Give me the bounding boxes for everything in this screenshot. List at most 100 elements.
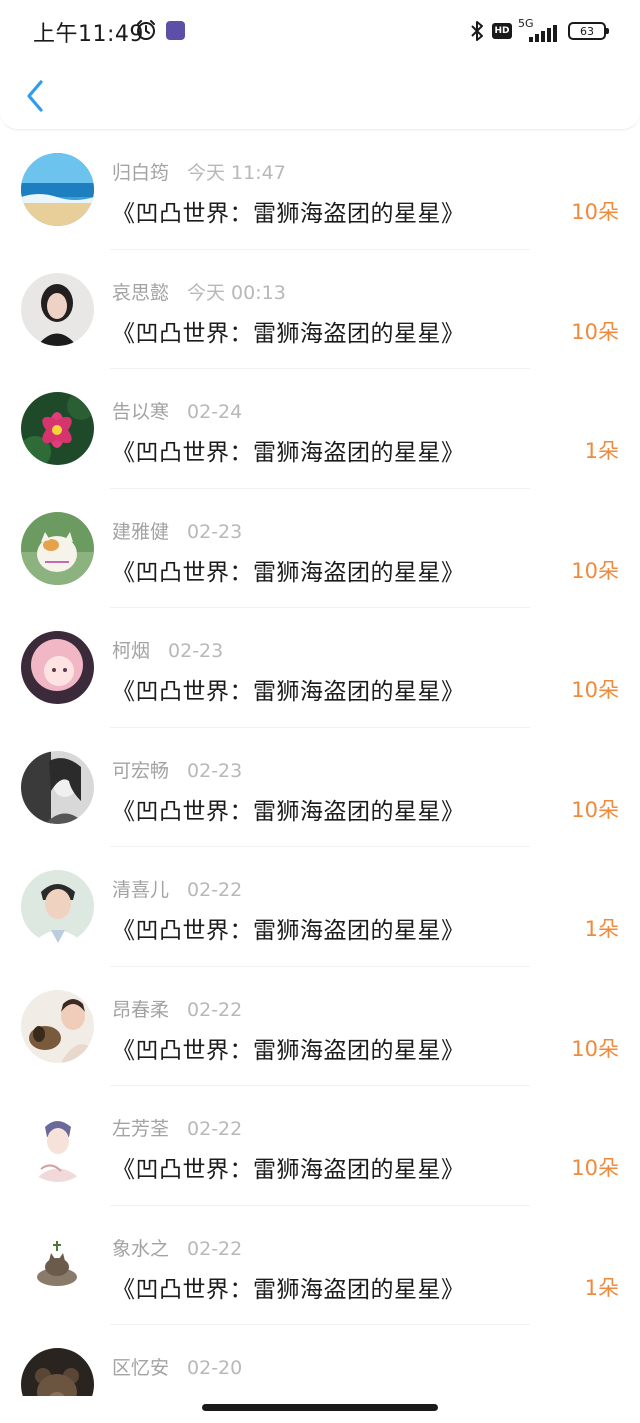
avatar[interactable] xyxy=(21,272,94,346)
avatar-bw-portrait-image xyxy=(21,750,94,824)
flower-count: 1朵 xyxy=(584,439,619,463)
list-item[interactable]: 归白筠 今天 11:47 《凹凸世界：雷狮海盗团的星星》 10朵 xyxy=(0,130,640,250)
item-meta: 柯烟 02-23 xyxy=(112,636,223,663)
bluetooth-icon xyxy=(471,21,483,41)
flower-count: 10朵 xyxy=(571,1036,619,1061)
user-name: 区忆安 xyxy=(112,1357,170,1379)
user-name: 哀思懿 xyxy=(112,281,170,304)
list-item[interactable]: 建雅健 02-23 《凹凸世界：雷狮海盗团的星星》 10朵 xyxy=(0,489,640,609)
item-time: 02-22 xyxy=(187,1118,243,1140)
battery-level: 63 xyxy=(580,24,594,38)
list-item[interactable]: 柯烟 02-23 《凹凸世界：雷狮海盗团的星星》 10朵 xyxy=(0,608,640,728)
avatar[interactable] xyxy=(21,392,94,465)
status-time: 上午11:49 xyxy=(33,22,144,47)
user-name: 可宏畅 xyxy=(112,759,170,782)
status-bar: 上午11:49 HD 5G 63 xyxy=(0,0,640,62)
nav-bar xyxy=(0,62,640,130)
flower-count: 10朵 xyxy=(571,1156,619,1180)
book-title[interactable]: 《凹凸世界：雷狮海盗团的星星》 xyxy=(112,672,465,706)
user-name: 象水之 xyxy=(112,1237,170,1260)
avatar-boy-portrait-image xyxy=(21,870,94,943)
item-time: 今天 00:13 xyxy=(187,281,286,304)
alarm-icon xyxy=(135,19,157,45)
chevron-left-icon xyxy=(27,80,43,112)
home-indicator[interactable] xyxy=(202,1404,438,1411)
avatar-anime-girl-image xyxy=(21,631,94,704)
user-name: 柯烟 xyxy=(112,640,151,662)
flower-count: 10朵 xyxy=(571,558,619,583)
book-title[interactable]: 《凹凸世界：雷狮海盗团的星星》 xyxy=(112,433,465,467)
user-name: 建雅健 xyxy=(112,520,170,543)
flower-count: 1朵 xyxy=(584,1275,619,1300)
book-title[interactable]: 《凹凸世界：雷狮海盗团的星星》 xyxy=(112,314,465,348)
list-item[interactable]: 象水之 02-22 《凹凸世界：雷狮海盗团的星星》 1朵 xyxy=(0,1206,640,1326)
book-title[interactable]: 《凹凸世界：雷狮海盗团的星星》 xyxy=(112,194,465,228)
item-time: 02-22 xyxy=(187,998,243,1021)
item-meta: 昂春柔 02-22 xyxy=(112,995,242,1022)
list-item[interactable]: 哀思懿 今天 00:13 《凹凸世界：雷狮海盗团的星星》 10朵 xyxy=(0,250,640,370)
avatar[interactable] xyxy=(21,1109,94,1182)
user-name: 左芳荃 xyxy=(112,1118,170,1140)
avatar-lotus-flower-image xyxy=(21,392,94,465)
item-meta: 象水之 02-22 xyxy=(112,1234,242,1261)
item-time: 02-24 xyxy=(187,401,243,423)
avatar[interactable] xyxy=(21,1228,94,1302)
avatar-cartoon-cat-image xyxy=(21,511,94,585)
avatar-dark-bear-image xyxy=(21,1348,94,1396)
user-name: 归白筠 xyxy=(112,162,170,184)
signal-icon: 5G xyxy=(518,17,558,44)
book-title[interactable]: 《凹凸世界：雷狮海盗团的星星》 xyxy=(112,1150,465,1184)
book-title[interactable]: 《凹凸世界：雷狮海盗团的星星》 xyxy=(112,792,465,826)
avatar-ocean-beach-image xyxy=(21,153,94,226)
item-time: 02-22 xyxy=(187,879,243,901)
avatar[interactable] xyxy=(21,750,94,824)
avatar-girl-portrait-image xyxy=(21,272,94,346)
list-item[interactable]: 昂春柔 02-22 《凹凸世界：雷狮海盗团的星星》 10朵 xyxy=(0,967,640,1087)
book-title[interactable]: 《凹凸世界：雷狮海盗团的星星》 xyxy=(112,1031,465,1065)
avatar[interactable] xyxy=(21,989,94,1063)
user-name: 告以寒 xyxy=(112,401,170,423)
list-item[interactable]: 左芳荃 02-22 《凹凸世界：雷狮海盗团的星星》 10朵 xyxy=(0,1086,640,1206)
flower-count: 10朵 xyxy=(571,1391,619,1396)
battery-icon: 63 xyxy=(568,22,609,40)
list-item[interactable]: 清喜儿 02-22 《凹凸世界：雷狮海盗团的星星》 1朵 xyxy=(0,847,640,967)
avatar[interactable] xyxy=(21,870,94,943)
item-meta: 可宏畅 02-23 xyxy=(112,756,242,783)
user-name: 昂春柔 xyxy=(112,998,170,1021)
avatar[interactable] xyxy=(21,1348,94,1396)
avatar[interactable] xyxy=(21,153,94,226)
item-time: 02-23 xyxy=(168,640,224,662)
item-meta: 建雅健 02-23 xyxy=(112,517,242,544)
gift-list: 归白筠 今天 11:47 《凹凸世界：雷狮海盗团的星星》 10朵 哀思懿 今天 00:13… xyxy=(0,130,640,1396)
book-title[interactable]: 《凹凸世界：雷狮海盗团的星星》 xyxy=(112,553,465,587)
book-title[interactable]: 《凹凸世界：雷狮海盗团的星星》 xyxy=(112,911,465,945)
item-meta: 告以寒 02-24 xyxy=(112,397,242,424)
flower-count: 10朵 xyxy=(571,319,619,344)
item-meta: 归白筠 今天 11:47 xyxy=(112,158,286,185)
user-name: 清喜儿 xyxy=(112,879,170,901)
flower-count: 10朵 xyxy=(571,678,619,702)
item-time: 02-22 xyxy=(187,1237,243,1260)
item-time: 今天 11:47 xyxy=(187,162,286,184)
avatar-cat-sketch-image xyxy=(21,1228,94,1302)
flower-count: 10朵 xyxy=(571,200,619,224)
book-title[interactable]: 《凹凸世界：雷狮海盗团的星星》 xyxy=(112,1389,465,1396)
item-meta: 区忆安 02-20 xyxy=(112,1353,242,1380)
app-notification-icon xyxy=(166,21,185,40)
list-item[interactable]: 告以寒 02-24 《凹凸世界：雷狮海盗团的星星》 1朵 xyxy=(0,369,640,489)
list-item[interactable]: 可宏畅 02-23 《凹凸世界：雷狮海盗团的星星》 10朵 xyxy=(0,728,640,848)
flower-count: 10朵 xyxy=(571,797,619,822)
avatar[interactable] xyxy=(21,511,94,585)
item-time: 02-23 xyxy=(187,520,243,543)
avatar[interactable] xyxy=(21,631,94,704)
flower-count: 1朵 xyxy=(584,917,619,941)
back-button[interactable] xyxy=(18,76,52,116)
item-meta: 哀思懿 今天 00:13 xyxy=(112,278,286,305)
hd-icon: HD xyxy=(492,23,512,39)
book-title[interactable]: 《凹凸世界：雷狮海盗团的星星》 xyxy=(112,1270,465,1304)
item-time: 02-20 xyxy=(187,1357,243,1379)
item-time: 02-23 xyxy=(187,759,243,782)
avatar-sketch-boy-image xyxy=(21,1109,94,1182)
item-meta: 清喜儿 02-22 xyxy=(112,875,242,902)
list-item[interactable]: 区忆安 02-20 《凹凸世界：雷狮海盗团的星星》 10朵 xyxy=(0,1325,640,1396)
